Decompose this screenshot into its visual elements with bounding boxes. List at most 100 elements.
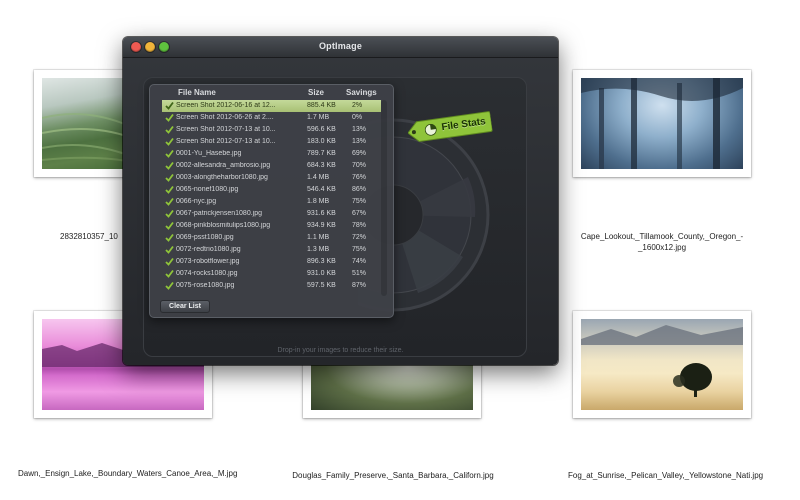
file-size-cell: 934.9 KB (307, 222, 336, 229)
file-savings-cell: 75% (352, 198, 367, 205)
file-savings-cell: 70% (352, 162, 367, 169)
checkmark-icon (165, 185, 174, 194)
file-size-cell: 596.6 KB (307, 126, 336, 133)
desktop-caption-1[interactable]: 2832810357_10 (60, 231, 124, 242)
file-savings-cell: 72% (352, 234, 367, 241)
file-savings-cell: 75% (352, 246, 367, 253)
file-size-cell: 1.7 MB (307, 114, 330, 121)
table-row[interactable]: Screen Shot 2012-07-13 at 10... 183.0 KB 1… (162, 136, 381, 148)
file-size-cell: 931.6 KB (307, 210, 336, 217)
checkmark-icon (165, 101, 174, 110)
column-header-size[interactable]: Size (308, 88, 324, 97)
file-savings-cell: 67% (352, 210, 367, 217)
clear-list-button[interactable]: Clear List (160, 300, 210, 313)
checkmark-icon (165, 173, 174, 182)
window-title: OptImage (318, 41, 363, 51)
file-name-cell: 0066-nyc.jpg (176, 198, 217, 205)
table-row[interactable]: 0075-rose1080.jpg 597.5 KB 87% (162, 280, 381, 292)
file-size-cell: 1.3 MB (307, 246, 330, 253)
checkmark-icon (165, 209, 174, 218)
table-row[interactable]: 0065-nonef1080.jpg 546.4 KB 86% (162, 184, 381, 196)
desktop-caption-3[interactable]: Dawn,_Ensign_Lake,_Boundary_Waters_Canoe… (18, 468, 237, 479)
checkmark-icon (165, 197, 174, 206)
table-row[interactable]: 0001-Yu_Hasebe.jpg 789.7 KB 69% (162, 148, 381, 160)
file-size-cell: 931.0 KB (307, 270, 336, 277)
file-name-cell: 0074-rocks1080.jpg (176, 270, 238, 277)
table-row[interactable]: 0068-pinkblosmitulips1080.jpg 934.9 KB 78% (162, 220, 381, 232)
file-savings-cell: 2% (352, 102, 363, 109)
table-row[interactable]: 0074-rocks1080.jpg 931.0 KB 51% (162, 268, 381, 280)
file-savings-cell: 87% (352, 282, 367, 289)
table-row[interactable]: 0069-psst1080.jpg 1.1 MB 72% (162, 232, 381, 244)
file-size-cell: 896.3 KB (307, 258, 336, 265)
column-header-savings[interactable]: Savings (346, 88, 377, 97)
file-savings-cell: 69% (352, 150, 367, 157)
file-size-cell: 789.7 KB (307, 150, 336, 157)
checkmark-icon (165, 233, 174, 242)
desktop-caption-4[interactable]: Douglas_Family_Preserve,_Santa_Barbara,_… (288, 470, 498, 481)
drop-hint: Drop-in your images to reduce their size… (277, 347, 404, 354)
optimage-window[interactable]: OptImage File Stats File Name Size Savin… (123, 37, 558, 365)
photo-misty-forest (581, 78, 743, 169)
file-name-cell: 0003-alongtheharbor1080.jpg (176, 174, 268, 181)
checkmark-icon (165, 221, 174, 230)
table-row[interactable]: 0003-alongtheharbor1080.jpg 1.4 MB 76% (162, 172, 381, 184)
table-row[interactable]: Screen Shot 2012-07-13 at 10... 596.6 KB 1… (162, 124, 381, 136)
checkmark-icon (165, 269, 174, 278)
file-name-cell: 0073-robotflower.jpg (176, 258, 240, 265)
checkmark-icon (165, 125, 174, 134)
file-size-cell: 1.8 MB (307, 198, 330, 205)
table-row[interactable]: Screen Shot 2012-06-26 at 2.... 1.7 MB 0% (162, 112, 381, 124)
file-name-cell: 0072-redtrio1080.jpg (176, 246, 241, 253)
desktop-thumbnail-foggy-valley[interactable] (573, 311, 751, 418)
table-row[interactable]: 0066-nyc.jpg 1.8 MB 75% (162, 196, 381, 208)
file-size-cell: 183.0 KB (307, 138, 336, 145)
desktop-caption-5[interactable]: Fog_at_Sunrise,_Pelican_Valley,_Yellowst… (568, 470, 763, 481)
table-header: File Name Size Savings (150, 85, 393, 98)
scrollbar[interactable] (381, 100, 387, 296)
title-bar[interactable]: OptImage (123, 37, 558, 58)
file-savings-cell: 13% (352, 126, 367, 133)
file-size-cell: 546.4 KB (307, 186, 336, 193)
file-savings-cell: 86% (352, 186, 367, 193)
table-row[interactable]: 0067-patrickjensen1080.jpg 931.6 KB 67% (162, 208, 381, 220)
checkmark-icon (165, 281, 174, 290)
checkmark-icon (165, 257, 174, 266)
checkmark-icon (165, 137, 174, 146)
file-name-cell: 0075-rose1080.jpg (176, 282, 235, 289)
file-name-cell: Screen Shot 2012-06-16 at 12... (176, 102, 276, 109)
file-name-cell: Screen Shot 2012-07-13 at 10... (176, 138, 276, 145)
file-list[interactable]: Screen Shot 2012-06-16 at 12... 885.4 KB 2… (162, 100, 381, 296)
desktop-caption-2[interactable]: Cape_Lookout,_Tillamook_County,_Oregon_-… (572, 231, 752, 253)
file-size-cell: 885.4 KB (307, 102, 336, 109)
stats-panel[interactable]: File Name Size Savings Screen Shot 2012-… (149, 84, 394, 318)
checkmark-icon (165, 113, 174, 122)
file-name-cell: 0069-psst1080.jpg (176, 234, 234, 241)
table-row[interactable]: Screen Shot 2012-06-16 at 12... 885.4 KB 2… (162, 100, 381, 112)
file-name-cell: 0001-Yu_Hasebe.jpg (176, 150, 242, 157)
file-name-cell: Screen Shot 2012-06-26 at 2.... (176, 114, 274, 121)
file-savings-cell: 0% (352, 114, 363, 121)
file-name-cell: 0002-allesandra_ambrosio.jpg (176, 162, 271, 169)
checkmark-icon (165, 149, 174, 158)
file-name-cell: 0065-nonef1080.jpg (176, 186, 239, 193)
desktop-thumbnail-misty-forest[interactable] (573, 70, 751, 177)
file-savings-cell: 13% (352, 138, 367, 145)
table-row[interactable]: 0073-robotflower.jpg 896.3 KB 74% (162, 256, 381, 268)
table-row[interactable]: 0002-allesandra_ambrosio.jpg 684.3 KB 70% (162, 160, 381, 172)
file-savings-cell: 51% (352, 270, 367, 277)
file-size-cell: 1.1 MB (307, 234, 330, 241)
file-size-cell: 1.4 MB (307, 174, 330, 181)
file-savings-cell: 78% (352, 222, 367, 229)
column-header-file-name[interactable]: File Name (178, 88, 216, 97)
table-row[interactable]: 0072-redtrio1080.jpg 1.3 MB 75% (162, 244, 381, 256)
checkmark-icon (165, 161, 174, 170)
file-size-cell: 684.3 KB (307, 162, 336, 169)
checkmark-icon (165, 245, 174, 254)
pie-chart-icon (424, 123, 437, 136)
file-savings-cell: 74% (352, 258, 367, 265)
photo-foggy-valley (581, 319, 743, 410)
file-name-cell: Screen Shot 2012-07-13 at 10... (176, 126, 276, 133)
file-name-cell: 0068-pinkblosmitulips1080.jpg (176, 222, 271, 229)
file-size-cell: 597.5 KB (307, 282, 336, 289)
